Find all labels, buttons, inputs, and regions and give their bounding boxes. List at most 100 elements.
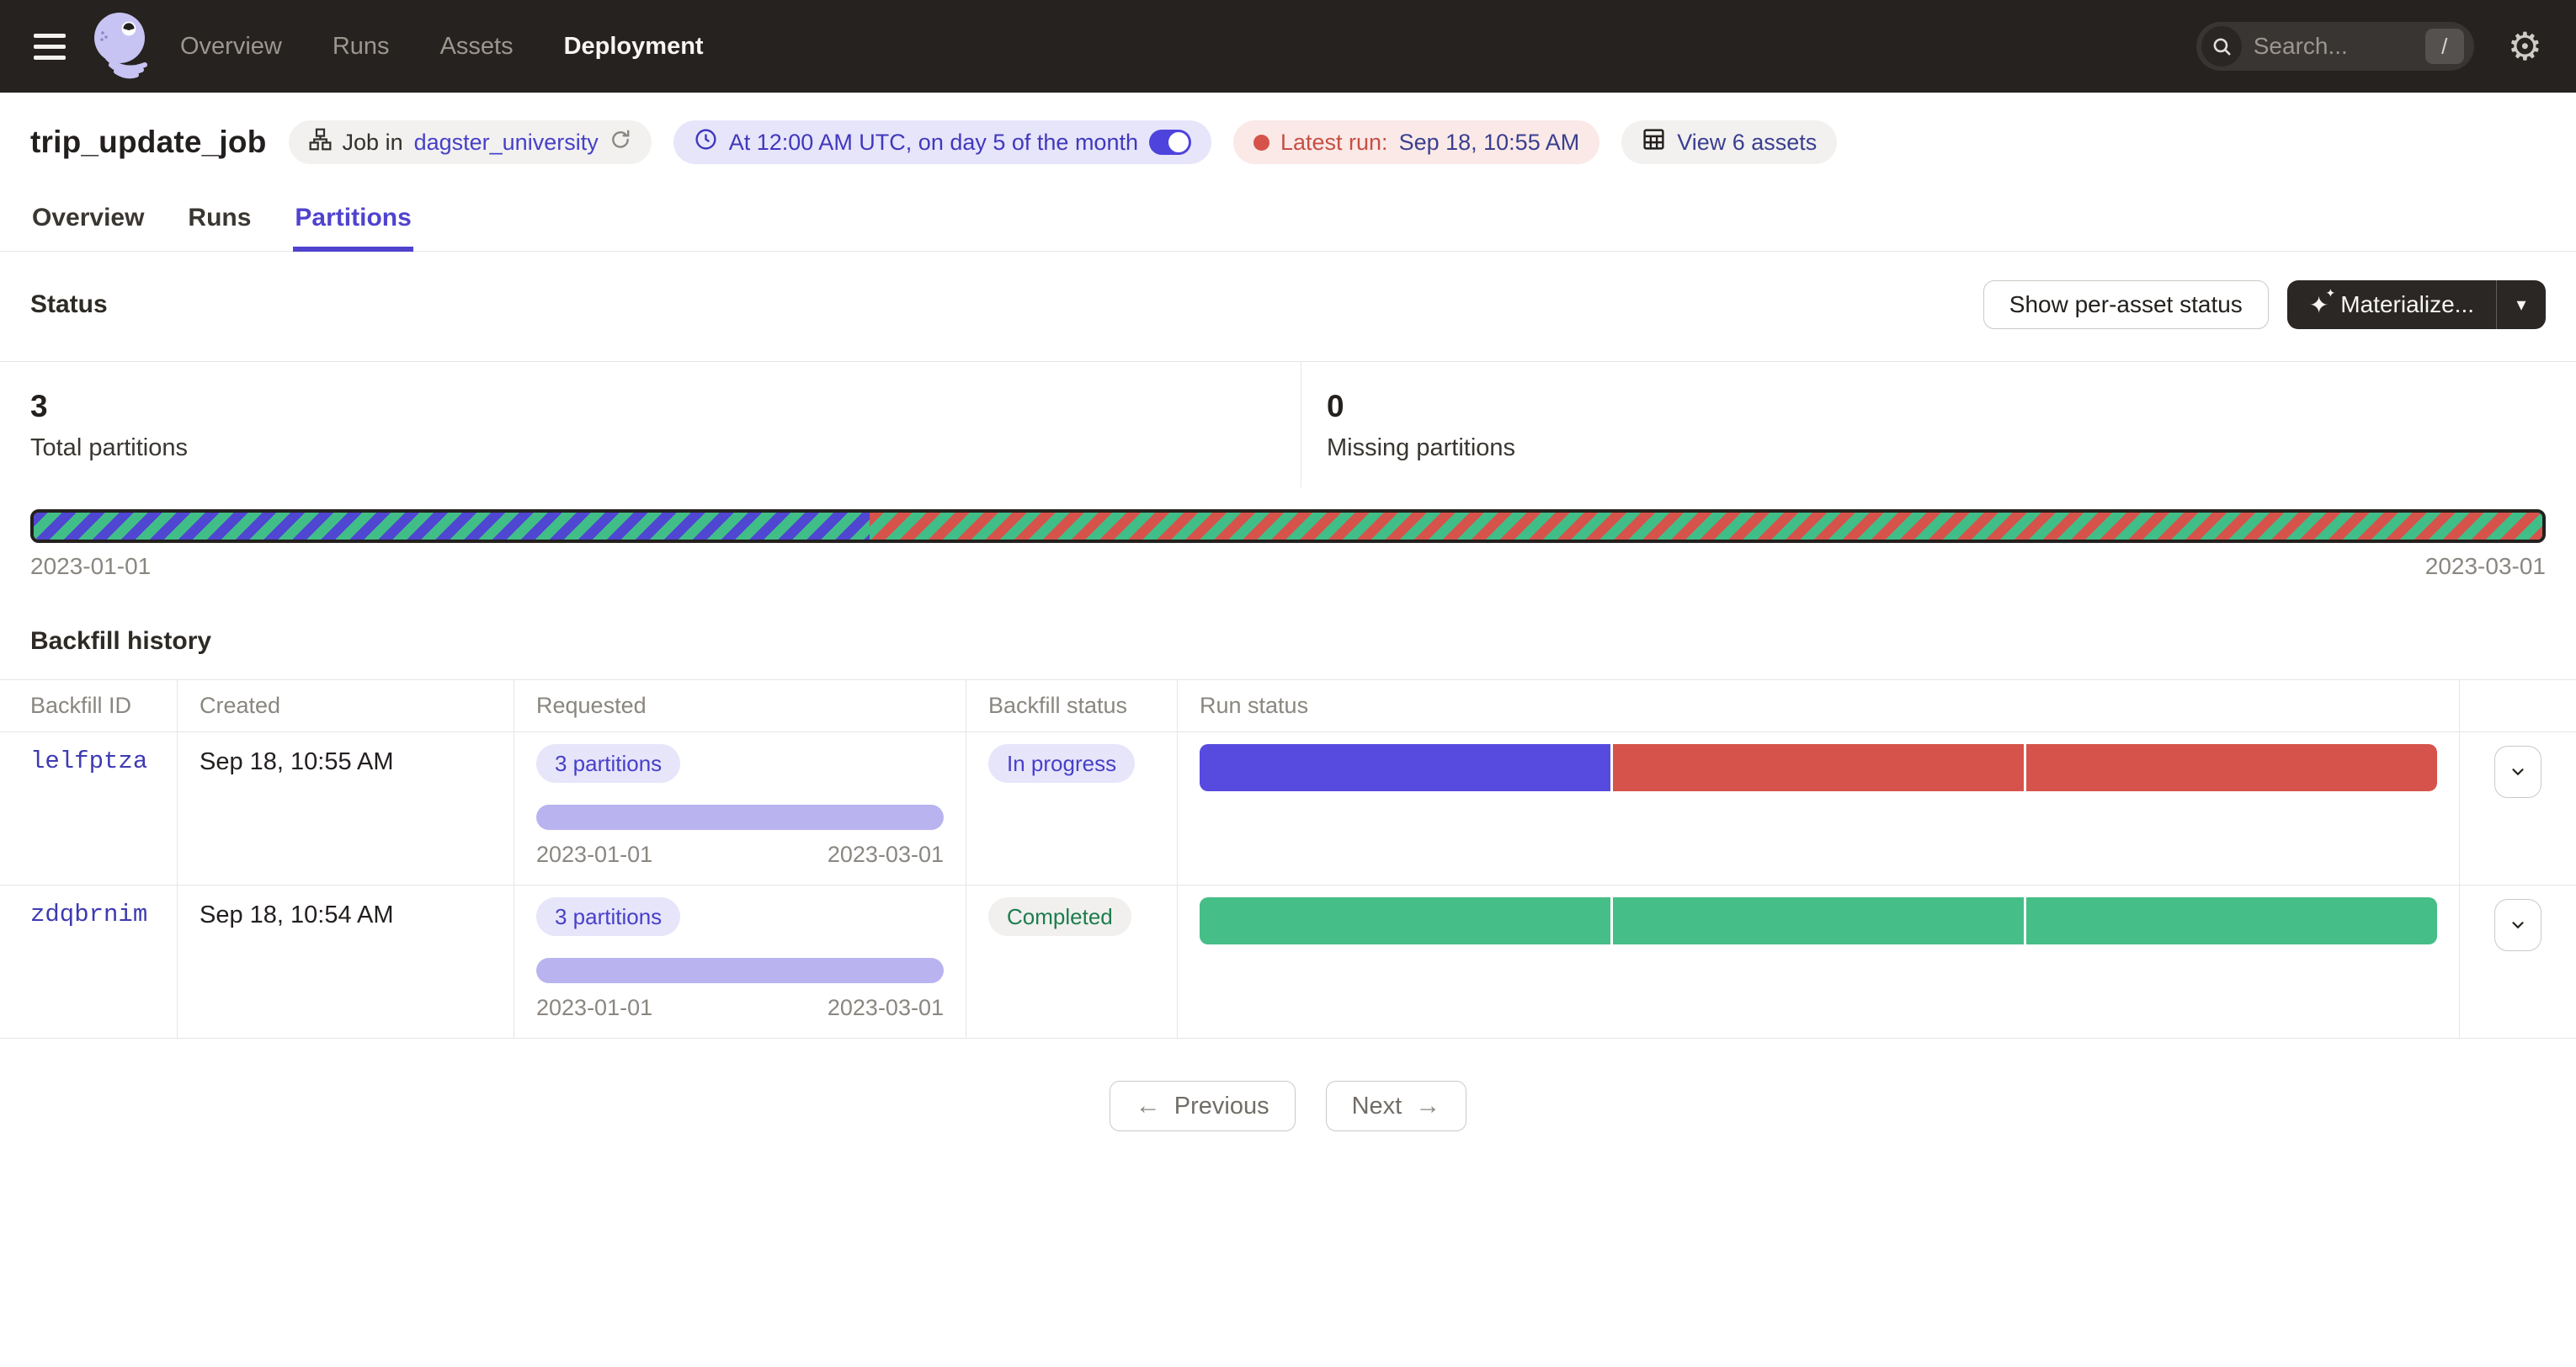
- arrow-right-icon: →: [1415, 1092, 1440, 1120]
- partitions-count-badge[interactable]: 3 partitions: [536, 897, 680, 936]
- menu-icon[interactable]: [34, 34, 66, 60]
- nav-link-assets[interactable]: Assets: [440, 33, 514, 61]
- nav-link-overview[interactable]: Overview: [180, 33, 282, 61]
- backfill-id-link[interactable]: zdqbrnim: [30, 901, 147, 928]
- run-segment[interactable]: [1200, 897, 1610, 944]
- table-row: zdqbrnim: [0, 886, 178, 1039]
- dagster-logo-icon[interactable]: [88, 9, 155, 84]
- partition-bar-segment-inprogress[interactable]: [34, 513, 870, 540]
- column-header-actions: [2460, 680, 2576, 732]
- column-header-created: Created: [178, 680, 514, 732]
- materialize-split-button: ✦✦ Materialize... ▾: [2287, 280, 2546, 329]
- settings-gear-icon[interactable]: ⚙: [2508, 27, 2542, 66]
- run-segment[interactable]: [1613, 897, 2024, 944]
- materialize-button[interactable]: ✦✦ Materialize...: [2287, 280, 2496, 329]
- run-status-bar: [1200, 744, 2437, 791]
- search-shortcut-key: /: [2425, 29, 2464, 64]
- nav-link-deployment[interactable]: Deployment: [564, 33, 704, 61]
- top-navbar: Overview Runs Assets Deployment / ⚙: [0, 0, 2576, 93]
- materialize-label: Materialize...: [2340, 291, 2474, 318]
- created-cell: Sep 18, 10:54 AM: [178, 886, 514, 1039]
- reload-icon[interactable]: [609, 129, 631, 157]
- nav-links: Overview Runs Assets Deployment: [180, 33, 704, 61]
- backfill-history-heading: Backfill history: [30, 627, 211, 655]
- schedule-toggle[interactable]: [1149, 130, 1191, 155]
- missing-partitions-value: 0: [1327, 389, 2576, 424]
- backfill-id-link[interactable]: lelfptza: [30, 747, 147, 775]
- clock-icon: [694, 127, 718, 157]
- partition-status-bar-wrap: 2023-01-01 2023-03-01: [0, 509, 2576, 580]
- total-partitions-value: 3: [30, 389, 1301, 424]
- column-header-backfill-status: Backfill status: [966, 680, 1178, 732]
- run-status-dot: [1253, 135, 1269, 151]
- range-start-date: 2023-01-01: [536, 995, 652, 1021]
- tab-overview[interactable]: Overview: [30, 194, 146, 251]
- view-assets-link[interactable]: View 6 assets: [1677, 130, 1817, 156]
- tab-runs[interactable]: Runs: [186, 194, 253, 251]
- backfill-table: Backfill ID Created Requested Backfill s…: [0, 679, 2576, 1039]
- run-segment[interactable]: [1613, 744, 2024, 791]
- job-header: trip_update_job Job in dagster_universit…: [0, 116, 2576, 168]
- previous-label: Previous: [1174, 1093, 1269, 1120]
- tab-partitions[interactable]: Partitions: [293, 194, 412, 251]
- run-status-cell: [1178, 732, 2460, 886]
- run-status-bar: [1200, 897, 2437, 944]
- next-page-button[interactable]: Next →: [1326, 1081, 1467, 1131]
- sparkles-icon: ✦✦: [2309, 291, 2329, 319]
- arrow-left-icon: ←: [1136, 1092, 1161, 1120]
- partition-bar-segment-failed[interactable]: [870, 513, 2542, 540]
- nav-link-runs[interactable]: Runs: [333, 33, 390, 61]
- job-graph-icon: [309, 128, 332, 157]
- total-partitions-stat: 3 Total partitions: [0, 362, 1301, 487]
- job-badge-prefix: Job in: [343, 130, 403, 156]
- row-actions-cell: [2460, 732, 2576, 886]
- partition-status-bar[interactable]: [30, 509, 2546, 543]
- column-header-requested: Requested: [514, 680, 966, 732]
- total-partitions-label: Total partitions: [30, 434, 1301, 462]
- latest-run-badge: Latest run: Sep 18, 10:55 AM: [1233, 120, 1599, 164]
- requested-range-bar[interactable]: [536, 958, 944, 983]
- backfill-status-cell: Completed: [966, 886, 1178, 1039]
- partitions-count-badge[interactable]: 3 partitions: [536, 744, 680, 783]
- run-segment[interactable]: [1200, 744, 1610, 791]
- created-cell: Sep 18, 10:55 AM: [178, 732, 514, 886]
- previous-page-button[interactable]: ← Previous: [1110, 1081, 1296, 1131]
- search-box[interactable]: /: [2196, 22, 2474, 71]
- range-end-date: 2023-03-01: [828, 842, 944, 868]
- schedule-badge: At 12:00 AM UTC, on day 5 of the month: [673, 120, 1211, 164]
- show-per-asset-status-button[interactable]: Show per-asset status: [1983, 280, 2269, 329]
- schedule-label: At 12:00 AM UTC, on day 5 of the month: [729, 130, 1138, 156]
- run-status-cell: [1178, 886, 2460, 1039]
- requested-range-bar[interactable]: [536, 805, 944, 830]
- search-input[interactable]: [2254, 33, 2425, 60]
- partition-range-end: 2023-03-01: [2425, 553, 2546, 580]
- view-assets-badge[interactable]: View 6 assets: [1621, 120, 1837, 164]
- expand-row-button[interactable]: [2494, 899, 2541, 951]
- status-section-header: Status Show per-asset status ✦✦ Material…: [0, 280, 2576, 329]
- backfill-history-heading-wrap: Backfill history: [0, 627, 2576, 656]
- job-location-badge: Job in dagster_university: [289, 120, 652, 164]
- search-icon: [2201, 26, 2242, 66]
- materialize-dropdown-button[interactable]: ▾: [2497, 280, 2546, 329]
- column-header-backfill-id: Backfill ID: [0, 680, 178, 732]
- run-segment[interactable]: [2026, 744, 2437, 791]
- asset-table-icon: [1642, 127, 1666, 157]
- missing-partitions-label: Missing partitions: [1327, 434, 2576, 462]
- run-segment[interactable]: [2026, 897, 2437, 944]
- latest-run-label: Latest run:: [1280, 130, 1388, 156]
- repo-link[interactable]: dagster_university: [414, 130, 599, 156]
- latest-run-link[interactable]: Sep 18, 10:55 AM: [1399, 130, 1580, 156]
- backfill-status-badge: In progress: [988, 744, 1135, 783]
- requested-cell: 3 partitions 2023-01-01 2023-03-01: [514, 732, 966, 886]
- job-tabs: Overview Runs Partitions: [0, 194, 2576, 252]
- range-start-date: 2023-01-01: [536, 842, 652, 868]
- partition-stats: 3 Total partitions 0 Missing partitions: [0, 361, 2576, 487]
- status-heading: Status: [30, 290, 108, 319]
- row-actions-cell: [2460, 886, 2576, 1039]
- pagination: ← Previous Next →: [0, 1081, 2576, 1131]
- backfill-status-cell: In progress: [966, 732, 1178, 886]
- range-end-date: 2023-03-01: [828, 995, 944, 1021]
- page-title: trip_update_job: [30, 125, 267, 160]
- next-label: Next: [1352, 1093, 1402, 1120]
- expand-row-button[interactable]: [2494, 746, 2541, 798]
